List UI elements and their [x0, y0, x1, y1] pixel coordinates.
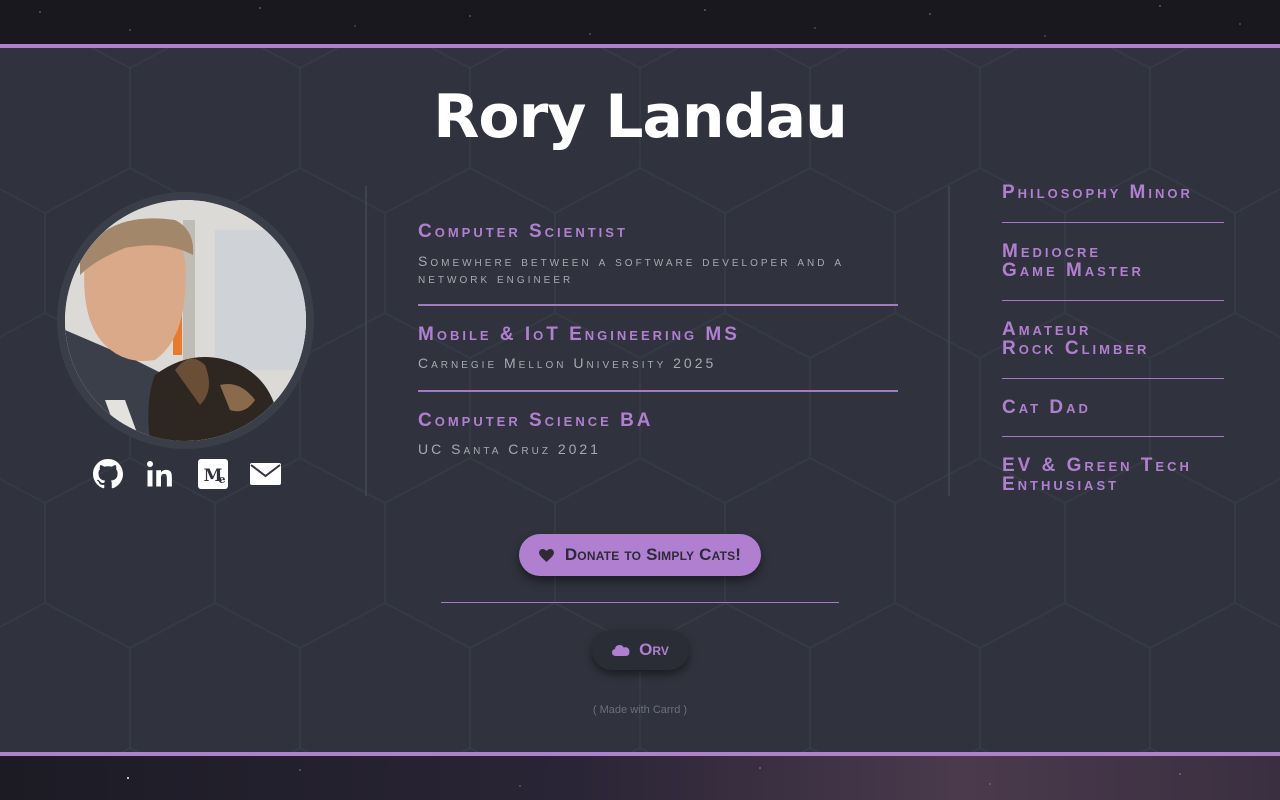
role-item: Mobile & IoT Engineering MS Carnegie Mel… — [418, 324, 898, 372]
role-title: Computer Science BA — [418, 410, 654, 431]
email-icon[interactable] — [249, 462, 282, 491]
donate-label: Donate to Simply Cats! — [564, 545, 742, 564]
trait-line: Philosophy Minor — [1002, 182, 1193, 203]
page-title: Rory Landau — [433, 82, 848, 152]
donate-button[interactable]: Donate to Simply Cats! — [519, 534, 761, 576]
main-panel: Rory Landau M e Computer Scientist Somew… — [0, 44, 1280, 756]
cloud-icon — [612, 644, 630, 656]
role-item: Computer Scientist Somewhere between a s… — [418, 221, 898, 287]
trait-divider — [1002, 300, 1224, 301]
trait-item: Cat Dad — [1002, 398, 1224, 417]
trait-line: Enthusiast — [1002, 474, 1120, 495]
trait-item: Amateur Rock Climber — [1002, 320, 1224, 358]
linkedin-icon[interactable] — [145, 459, 175, 494]
starfield-top — [0, 0, 1280, 44]
role-title: Mobile & IoT Engineering MS — [418, 324, 740, 345]
divider — [418, 304, 898, 306]
made-with-carrd-link[interactable]: ( Made with Carrd ) — [0, 704, 1280, 716]
trait-line: Amateur — [1002, 319, 1092, 340]
trait-divider — [1002, 222, 1224, 223]
role-title: Computer Scientist — [418, 221, 628, 242]
divider — [418, 390, 898, 392]
starfield-bottom — [0, 756, 1280, 800]
avatar — [57, 192, 314, 449]
trait-divider — [1002, 378, 1224, 379]
trait-divider — [1002, 436, 1224, 437]
medium-icon[interactable]: M e — [197, 458, 229, 495]
trait-line: Game Master — [1002, 260, 1144, 281]
trait-line: Rock Climber — [1002, 338, 1150, 359]
trait-line: EV & Green Tech — [1002, 455, 1192, 476]
role-subtitle: UC Santa Cruz 2021 — [418, 441, 601, 457]
svg-text:e: e — [219, 473, 226, 486]
divider — [441, 602, 839, 603]
role-subtitle: Carnegie Mellon University 2025 — [418, 355, 717, 371]
trait-item: EV & Green Tech Enthusiast — [1002, 456, 1224, 494]
social-links: M e — [93, 458, 282, 495]
github-icon[interactable] — [93, 459, 123, 494]
trait-item: Mediocre Game Master — [1002, 242, 1224, 280]
role-item: Computer Science BA UC Santa Cruz 2021 — [418, 410, 898, 458]
orv-button[interactable]: Orv — [592, 630, 689, 670]
role-subtitle: Somewhere between a software developer a… — [418, 253, 845, 286]
column-divider-left — [365, 186, 367, 496]
trait-line: Cat Dad — [1002, 397, 1091, 418]
profile-photo — [65, 200, 306, 441]
trait-line: Mediocre — [1002, 241, 1102, 262]
orv-label: Orv — [639, 640, 669, 659]
trait-item: Philosophy Minor — [1002, 183, 1224, 202]
column-divider-right — [948, 186, 950, 496]
heart-icon — [538, 548, 554, 562]
